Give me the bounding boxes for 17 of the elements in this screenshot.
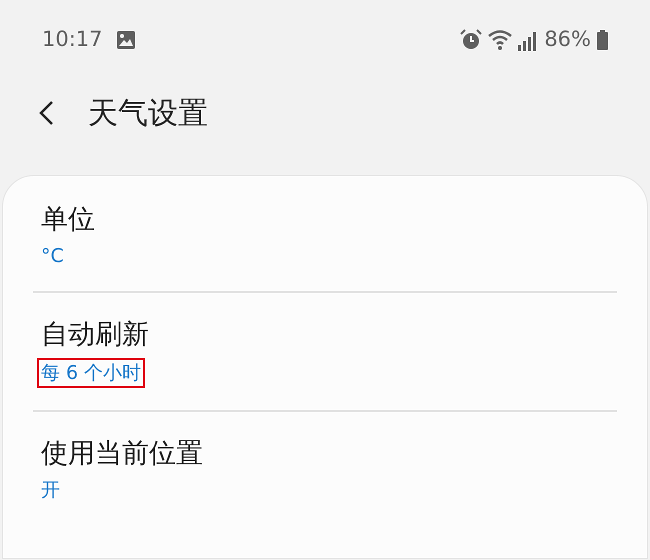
setting-value: 每 6 个小时	[37, 358, 146, 388]
setting-item[interactable]: 使用当前位置 开	[33, 430, 617, 525]
setting-title: 单位	[41, 203, 96, 237]
back-icon[interactable]	[38, 100, 54, 126]
setting-value: °C	[41, 244, 64, 269]
battery-percent: 86%	[544, 26, 591, 54]
setting-title: 使用当前位置	[41, 437, 204, 471]
setting-item[interactable]: 自动刷新 每 6 个小时	[33, 311, 617, 412]
setting-title: 自动刷新	[41, 318, 150, 352]
setting-value: 开	[41, 478, 60, 503]
status-time: 10:17	[42, 26, 103, 54]
alarm-icon	[460, 29, 482, 51]
setting-item[interactable]: 单位 °C	[33, 196, 617, 293]
wifi-icon	[488, 30, 512, 50]
battery-icon	[597, 30, 608, 50]
image-icon	[116, 31, 135, 49]
page-title: 天气设置	[88, 94, 208, 132]
